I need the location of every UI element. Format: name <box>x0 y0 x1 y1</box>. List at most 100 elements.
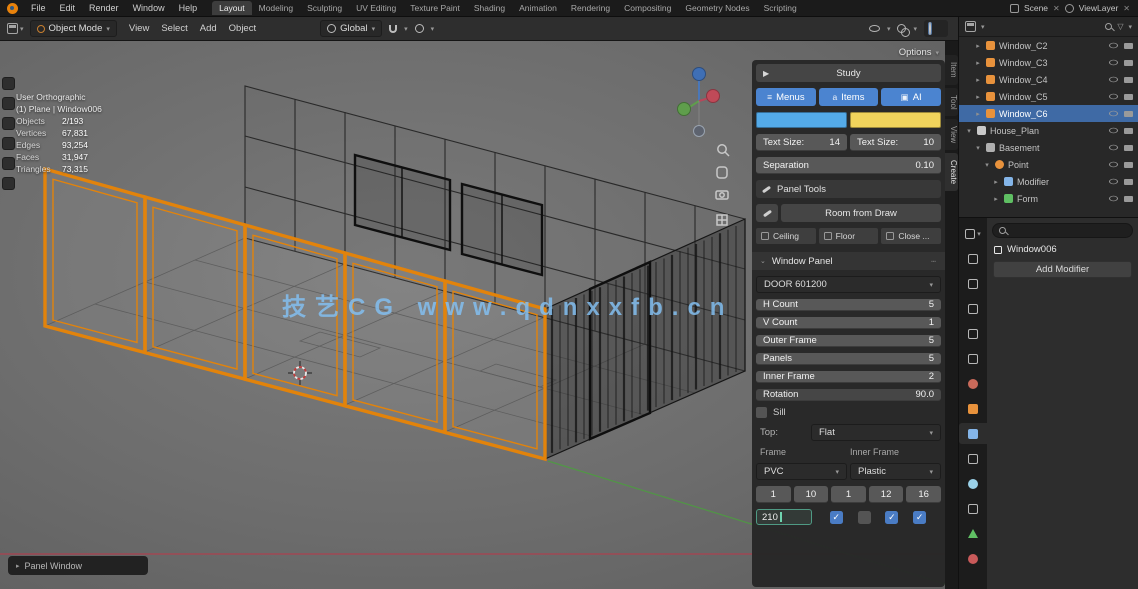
navigation-gizmo[interactable] <box>678 68 720 137</box>
sidebar-tab-tool[interactable]: Tool <box>945 88 958 117</box>
workspace-tab-geometry-nodes[interactable]: Geometry Nodes <box>678 1 756 15</box>
number-field-2[interactable]: 10 <box>794 486 829 503</box>
properties-tab-tool[interactable] <box>961 248 985 269</box>
outliner-editor-icon[interactable] <box>965 21 976 32</box>
slider-inner-frame[interactable]: Inner Frame2 <box>756 371 941 383</box>
properties-tab-view-layer[interactable] <box>961 323 985 344</box>
filter-icon[interactable]: ▽ <box>1117 22 1123 31</box>
outliner-row-basement[interactable]: ▾ Basement <box>959 139 1138 156</box>
text-size-field-2[interactable]: Text Size:10 <box>850 134 941 151</box>
sidebar-tab-view[interactable]: View <box>945 119 958 150</box>
properties-tab-material[interactable] <box>961 548 985 569</box>
number-field-1[interactable]: 1 <box>756 486 791 503</box>
menu-window[interactable]: Window <box>126 3 172 13</box>
workspace-tab-sculpting[interactable]: Sculpting <box>300 1 349 15</box>
frame-material-select[interactable]: PVC▾ <box>756 463 847 480</box>
room-from-draw-button[interactable]: Room from Draw <box>781 204 941 222</box>
menu-render[interactable]: Render <box>82 3 126 13</box>
panel-tools-header[interactable]: Panel Tools <box>756 180 941 198</box>
properties-tab-particles[interactable] <box>961 448 985 469</box>
workspace-tab-texture-paint[interactable]: Texture Paint <box>403 1 467 15</box>
camera-icon[interactable] <box>1124 94 1133 100</box>
viewlayer-unlink-icon[interactable]: ✕ <box>1123 4 1130 13</box>
mode-dropdown[interactable]: Object Mode ▾ <box>30 20 117 37</box>
workspace-tab-layout[interactable]: Layout <box>212 1 252 15</box>
eye-icon[interactable] <box>1109 145 1118 150</box>
slider-rotation[interactable]: Rotation90.0 <box>756 389 941 401</box>
workspace-tab-animation[interactable]: Animation <box>512 1 564 15</box>
items-button[interactable]: aItems <box>819 88 879 106</box>
tool-annotate-icon[interactable] <box>2 177 15 190</box>
viewport-menu-select[interactable]: Select <box>155 23 193 34</box>
viewport-menu-view[interactable]: View <box>123 23 155 34</box>
outliner-row-house-plan[interactable]: ▾ House_Plan <box>959 122 1138 139</box>
outliner-row-form[interactable]: ▸ Form <box>959 190 1138 207</box>
camera-icon[interactable] <box>1124 162 1133 168</box>
operator-panel[interactable]: ▸ Panel Window <box>8 556 148 575</box>
expand-arrow-icon[interactable]: ▸ <box>974 110 982 118</box>
study-button[interactable]: ▶ Study <box>756 64 941 82</box>
draw-brush-button[interactable] <box>756 204 778 222</box>
expand-arrow-icon[interactable]: ▸ <box>974 76 982 84</box>
expand-arrow-icon[interactable]: ▸ <box>974 59 982 67</box>
top-type-select[interactable]: Flat▾ <box>811 424 941 441</box>
orientation-dropdown[interactable]: Global ▾ <box>320 20 382 37</box>
separation-slider[interactable]: Separation0.10 <box>756 157 941 174</box>
expand-arrow-icon[interactable]: ▾ <box>983 161 991 169</box>
expand-arrow-icon[interactable]: ▸ <box>992 178 1000 186</box>
properties-tab-object-data[interactable] <box>961 523 985 544</box>
blender-logo-icon[interactable] <box>7 3 18 14</box>
eye-icon[interactable] <box>1109 77 1118 82</box>
door-type-select[interactable]: DOOR 601200▾ <box>756 276 941 293</box>
properties-tab-scene[interactable] <box>961 348 985 369</box>
expand-arrow-icon[interactable]: ▸ <box>974 93 982 101</box>
scene-unlink-icon[interactable]: ✕ <box>1053 4 1060 13</box>
outliner-row-window-c4[interactable]: ▸ Window_C4 <box>959 71 1138 88</box>
properties-tab-render[interactable] <box>961 273 985 294</box>
toggle-ceiling[interactable]: Ceiling <box>756 228 816 244</box>
properties-tab-editor-type[interactable]: ▾ <box>961 223 985 244</box>
eye-icon[interactable] <box>1109 60 1118 65</box>
camera-icon[interactable] <box>1124 60 1133 66</box>
sidebar-tab-create[interactable]: Create <box>945 153 958 191</box>
tool-scale-icon[interactable] <box>2 157 15 170</box>
properties-tab-modifiers[interactable] <box>959 423 987 444</box>
camera-icon[interactable] <box>1124 43 1133 49</box>
tool-rotate-icon[interactable] <box>2 137 15 150</box>
eye-icon[interactable] <box>1109 43 1118 48</box>
camera-icon[interactable] <box>1124 196 1133 202</box>
eye-icon[interactable] <box>1109 179 1118 184</box>
menus-button[interactable]: ≡Menus <box>756 88 816 106</box>
slider-v-count[interactable]: V Count1 <box>756 317 941 329</box>
expand-arrow-icon[interactable]: ▾ <box>974 144 982 152</box>
active-value-input[interactable]: 210 <box>756 509 812 525</box>
toggle-close[interactable]: Close ... <box>881 228 941 244</box>
camera-icon[interactable] <box>1124 77 1133 83</box>
outliner-row-window-c3[interactable]: ▸ Window_C3 <box>959 54 1138 71</box>
camera-icon[interactable] <box>1124 145 1133 151</box>
expand-arrow-icon[interactable]: ▸ <box>974 42 982 50</box>
outliner-row-window-c6[interactable]: ▸ Window_C6 <box>959 105 1138 122</box>
camera-view-icon[interactable] <box>716 191 728 199</box>
outliner-row-window-c5[interactable]: ▸ Window_C5 <box>959 88 1138 105</box>
scene-selector[interactable]: Scene <box>1024 3 1048 13</box>
eye-icon[interactable] <box>1109 128 1118 133</box>
snap-caret-icon[interactable]: ▾ <box>404 25 408 33</box>
workspace-tab-compositing[interactable]: Compositing <box>617 1 678 15</box>
shading-wireframe-button[interactable] <box>928 22 932 35</box>
outliner-menu-caret-icon[interactable]: ▾ <box>1128 23 1132 31</box>
properties-tab-constraints[interactable] <box>961 498 985 519</box>
viewport-menu-add[interactable]: Add <box>194 23 223 34</box>
panel-checkbox-2[interactable] <box>858 511 871 524</box>
tool-cursor-icon[interactable] <box>2 97 15 110</box>
slider-outer-frame[interactable]: Outer Frame5 <box>756 335 941 347</box>
text-size-field-1[interactable]: Text Size:14 <box>756 134 847 151</box>
sidebar-tab-item[interactable]: Item <box>945 55 958 85</box>
viewlayer-selector[interactable]: ViewLayer <box>1079 3 1119 13</box>
eye-icon[interactable] <box>1109 162 1118 167</box>
viewport-menu-object[interactable]: Object <box>223 23 262 34</box>
move-view-hand-icon[interactable] <box>717 167 727 178</box>
properties-tab-world[interactable] <box>961 373 985 394</box>
camera-icon[interactable] <box>1124 128 1133 134</box>
eye-icon[interactable] <box>1109 94 1118 99</box>
